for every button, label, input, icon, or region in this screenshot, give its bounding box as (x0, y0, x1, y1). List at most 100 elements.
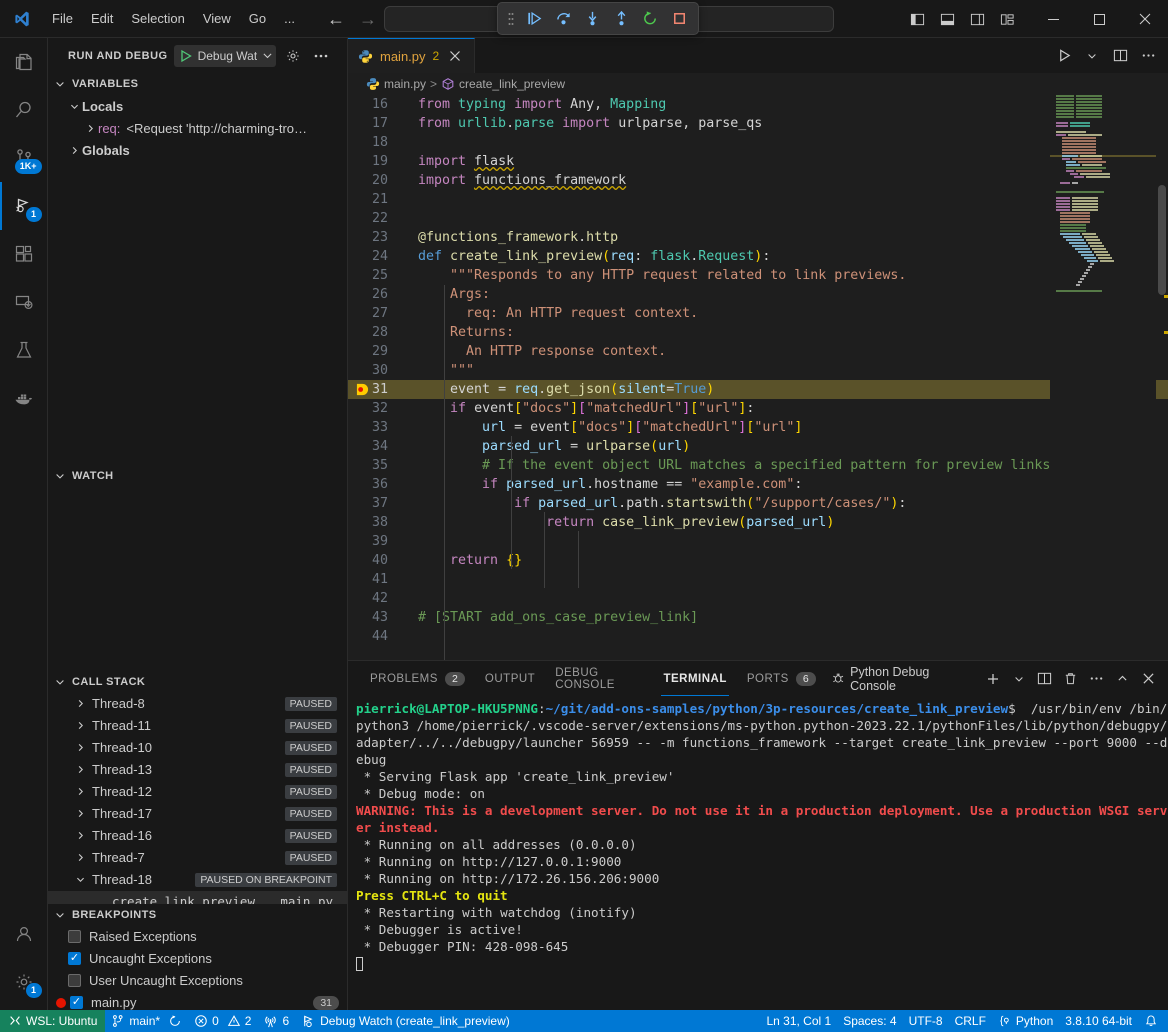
code-line[interactable]: 35 # If the event object URL matches a s… (348, 456, 1168, 475)
code-line[interactable]: 40 return {} (348, 551, 1168, 570)
menu-more[interactable]: ... (276, 8, 303, 29)
code-line[interactable]: 37 if parsed_url.path.startswith("/suppo… (348, 494, 1168, 513)
code-line[interactable]: 43# [START add_ons_case_preview_link] (348, 608, 1168, 627)
status-git-branch[interactable]: main* (105, 1010, 188, 1032)
chevron-right-icon[interactable] (72, 762, 88, 778)
chevron-right-icon[interactable] (72, 696, 88, 712)
tab-debug-console[interactable]: DEBUG CONSOLE (545, 661, 653, 696)
status-notifications-bell-icon[interactable] (1138, 1010, 1164, 1032)
breakpoint-row[interactable]: Raised Exceptions (48, 926, 347, 948)
launch-configuration-dropdown[interactable]: Debug Wat (174, 45, 277, 67)
code-content[interactable]: 16from typing import Any, Mapping17from … (348, 95, 1168, 660)
callstack-thread-row[interactable]: Thread-7 PAUSED (48, 847, 347, 869)
code-line[interactable]: 18 (348, 133, 1168, 152)
sidebar-more-actions-icon[interactable] (310, 45, 332, 67)
breakpoint-checkbox[interactable] (68, 930, 81, 943)
breadcrumb[interactable]: main.py > create_link_preview (348, 73, 1168, 95)
status-remote-host[interactable]: WSL: Ubuntu (0, 1010, 105, 1032)
callstack-thread-row-active[interactable]: Thread-18 PAUSED ON BREAKPOINT (48, 869, 347, 891)
split-terminal-icon[interactable] (1033, 667, 1056, 691)
debug-restart-button[interactable] (637, 7, 663, 31)
chevron-right-icon[interactable] (72, 806, 88, 822)
status-debug-session[interactable]: Debug Watch (create_link_preview) (295, 1010, 516, 1032)
debug-settings-gear-icon[interactable] (282, 45, 304, 67)
activity-item-explorer[interactable] (0, 38, 48, 86)
window-close-button[interactable] (1122, 0, 1168, 38)
code-line[interactable]: 34 parsed_url = urlparse(url) (348, 437, 1168, 456)
debug-continue-button[interactable] (521, 7, 547, 31)
editor-more-actions-icon[interactable] (1136, 44, 1160, 68)
callstack-thread-row[interactable]: Thread-13 PAUSED (48, 759, 347, 781)
tab-terminal[interactable]: TERMINAL (653, 661, 736, 696)
menu-edit[interactable]: Edit (83, 8, 121, 29)
callstack-frame-row[interactable]: create_link_preview main.py (48, 891, 347, 904)
navigation-arrows[interactable]: ← → (327, 10, 377, 28)
activity-item-accounts[interactable] (0, 910, 48, 958)
breakpoint-checkbox[interactable] (68, 952, 81, 965)
debug-stop-button[interactable] (666, 7, 692, 31)
chevron-right-icon[interactable] (72, 718, 88, 734)
chevron-right-icon[interactable] (72, 740, 88, 756)
window-maximize-button[interactable] (1076, 0, 1122, 38)
code-line[interactable]: 20import functions_framework (348, 171, 1168, 190)
code-line[interactable]: 33 url = event["docs"]["matchedUrl"]["ur… (348, 418, 1168, 437)
editor-minimap[interactable] (1050, 95, 1156, 660)
debug-step-out-button[interactable] (608, 7, 634, 31)
window-minimize-button[interactable] (1030, 0, 1076, 38)
variables-pane-header[interactable]: VARIABLES (48, 73, 347, 95)
code-line[interactable]: 17from urllib.parse import urlparse, par… (348, 114, 1168, 133)
menu-bar[interactable]: File Edit Selection View Go ... (44, 8, 303, 29)
status-indentation[interactable]: Spaces: 4 (837, 1010, 902, 1032)
code-line[interactable]: 36 if parsed_url.hostname == "example.co… (348, 475, 1168, 494)
code-line[interactable]: 21 (348, 190, 1168, 209)
breadcrumb-file[interactable]: main.py (384, 77, 426, 91)
breakpoint-row[interactable]: Uncaught Exceptions (48, 948, 347, 970)
chevron-right-icon[interactable] (82, 120, 98, 136)
breakpoint-execution-marker-icon[interactable] (356, 383, 369, 396)
tab-output[interactable]: OUTPUT (475, 661, 545, 696)
chevron-right-icon[interactable] (72, 784, 88, 800)
status-eol[interactable]: CRLF (949, 1010, 992, 1032)
debug-toolbar-drag-handle[interactable] (504, 9, 518, 29)
breakpoints-pane-header[interactable]: BREAKPOINTS (48, 904, 347, 926)
tree-row[interactable]: Locals (48, 95, 347, 117)
status-problems[interactable]: 0 2 (188, 1010, 257, 1032)
chevron-right-icon[interactable] (72, 828, 88, 844)
chevron-right-icon[interactable] (66, 142, 82, 158)
go-back-icon[interactable]: ← (327, 10, 345, 28)
breakpoint-row[interactable]: User Uncaught Exceptions (48, 970, 347, 992)
code-line[interactable]: 38 return case_link_preview(parsed_url) (348, 513, 1168, 532)
chevron-right-icon[interactable] (72, 850, 88, 866)
split-editor-icon[interactable] (1108, 44, 1132, 68)
callstack-thread-row[interactable]: Thread-8 PAUSED (48, 693, 347, 715)
panel-more-actions-icon[interactable] (1085, 667, 1108, 691)
code-line[interactable]: 19import flask (348, 152, 1168, 171)
toggle-secondary-sidebar-icon[interactable] (966, 8, 988, 30)
callstack-pane-header[interactable]: CALL STACK (48, 671, 347, 693)
status-encoding[interactable]: UTF-8 (903, 1010, 949, 1032)
tab-problems[interactable]: PROBLEMS 2 (360, 661, 475, 696)
callstack-thread-row[interactable]: Thread-17 PAUSED (48, 803, 347, 825)
breakpoint-checkbox[interactable] (70, 996, 83, 1009)
code-line[interactable]: 41 (348, 570, 1168, 589)
menu-go[interactable]: Go (241, 8, 274, 29)
tree-row[interactable]: Globals (48, 139, 347, 161)
scrollbar-thumb[interactable] (1158, 185, 1166, 295)
code-line[interactable]: 26 Args: (348, 285, 1168, 304)
code-line[interactable]: 42 (348, 589, 1168, 608)
tab-ports[interactable]: PORTS 6 (737, 661, 826, 696)
toggle-primary-sidebar-icon[interactable] (906, 8, 928, 30)
debug-step-over-button[interactable] (550, 7, 576, 31)
code-line[interactable]: 29 An HTTP response context. (348, 342, 1168, 361)
code-line[interactable]: 25 """Responds to any HTTP request relat… (348, 266, 1168, 285)
maximize-panel-chevron-up-icon[interactable] (1111, 667, 1134, 691)
tree-row[interactable]: req: <Request 'http://charming-tro… (48, 117, 347, 139)
menu-file[interactable]: File (44, 8, 81, 29)
tab-main-py[interactable]: main.py 2 (348, 38, 475, 73)
code-line[interactable]: 44 (348, 627, 1168, 646)
active-terminal-selector[interactable]: Python Debug Console (826, 667, 978, 691)
editor-vertical-scrollbar[interactable] (1156, 95, 1168, 660)
breadcrumb-symbol[interactable]: create_link_preview (459, 77, 565, 91)
debug-step-into-button[interactable] (579, 7, 605, 31)
run-options-chevron-down-icon[interactable] (1080, 44, 1104, 68)
